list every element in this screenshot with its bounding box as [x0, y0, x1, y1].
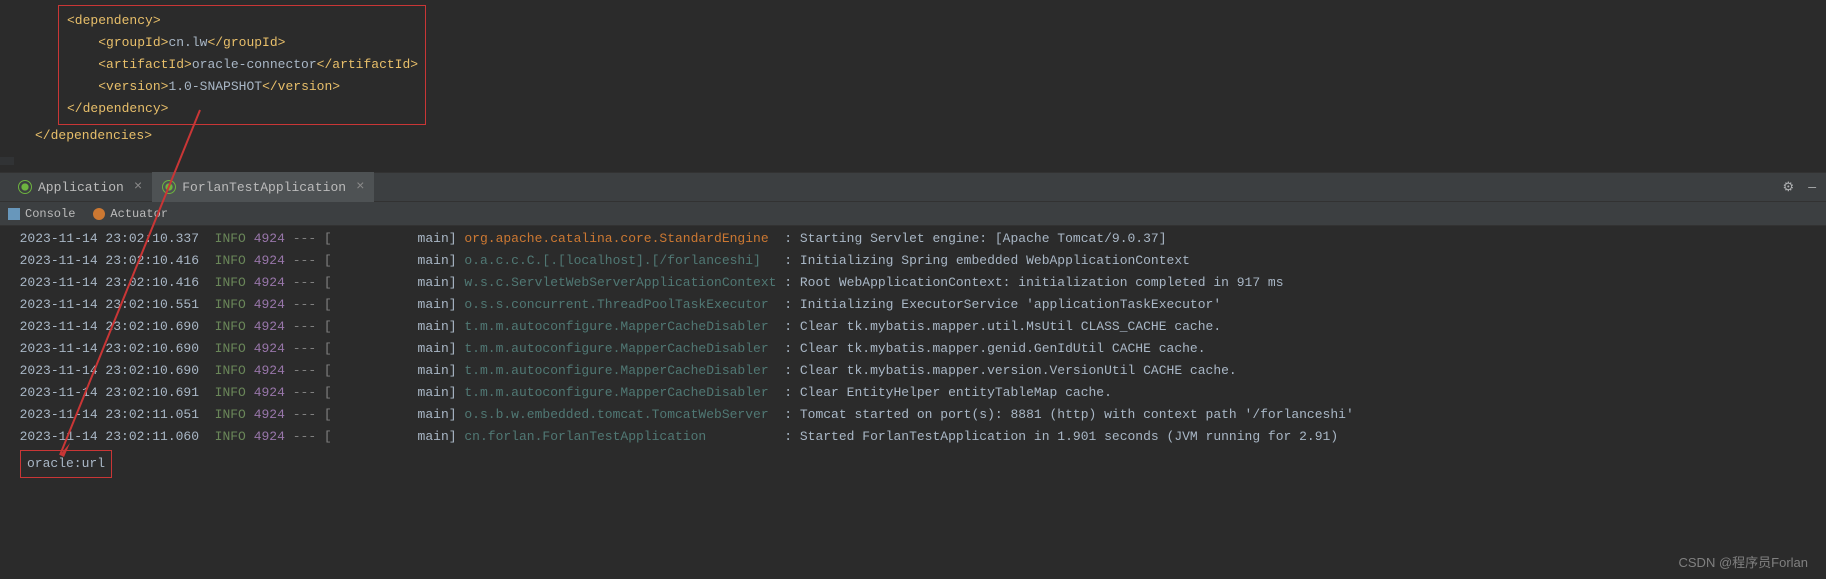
subtab-actuator[interactable]: Actuator [93, 207, 168, 221]
minimize-icon[interactable]: — [1808, 180, 1816, 195]
code-line: </dependency> [67, 98, 417, 120]
console-output[interactable]: 2023-11-14 23:02:10.337 INFO 4924 --- [ … [0, 226, 1826, 480]
log-line: 2023-11-14 23:02:10.337 INFO 4924 --- [ … [4, 228, 1822, 250]
spring-icon [162, 180, 176, 194]
log-line: 2023-11-14 23:02:10.690 INFO 4924 --- [ … [4, 360, 1822, 382]
highlighted-output: oracle:url [20, 450, 112, 478]
gear-icon[interactable]: ⚙ [1783, 180, 1795, 195]
tab-label: ForlanTestApplication [182, 180, 346, 195]
tab-application[interactable]: Application × [8, 172, 152, 202]
log-line: 2023-11-14 23:02:10.551 INFO 4924 --- [ … [4, 294, 1822, 316]
subtab-console[interactable]: Console [8, 207, 75, 221]
tab-actions: ⚙ — [1783, 180, 1816, 195]
actuator-icon [93, 208, 105, 220]
run-tabs-bar: Application × ForlanTestApplication × ⚙ … [0, 172, 1826, 202]
code-line: <groupId>cn.lw</groupId> [67, 32, 417, 54]
watermark: CSDN @程序员Forlan [1679, 552, 1809, 571]
subtab-label: Console [25, 207, 75, 221]
log-line: 2023-11-14 23:02:11.060 INFO 4924 --- [ … [4, 426, 1822, 448]
close-icon[interactable]: × [356, 179, 364, 195]
log-line: 2023-11-14 23:02:10.690 INFO 4924 --- [ … [4, 316, 1822, 338]
log-line: 2023-11-14 23:02:10.416 INFO 4924 --- [ … [4, 272, 1822, 294]
console-subtabs: Console Actuator [0, 202, 1826, 226]
code-line: <artifactId>oracle-connector</artifactId… [67, 54, 417, 76]
tab-forlan-test-application[interactable]: ForlanTestApplication × [152, 172, 374, 202]
code-line: <version>1.0-SNAPSHOT</version> [67, 76, 417, 98]
terminal-icon [8, 208, 20, 220]
close-icon[interactable]: × [134, 179, 142, 195]
highlighted-dependency-block: <dependency> <groupId>cn.lw</groupId> <a… [58, 5, 426, 125]
code-line: <dependency> [67, 10, 417, 32]
output-text: oracle:url [27, 456, 105, 471]
log-line: 2023-11-14 23:02:10.691 INFO 4924 --- [ … [4, 382, 1822, 404]
spring-icon [18, 180, 32, 194]
subtab-label: Actuator [110, 207, 168, 221]
log-line: 2023-11-14 23:02:11.051 INFO 4924 --- [ … [4, 404, 1822, 426]
log-line: 2023-11-14 23:02:10.416 INFO 4924 --- [ … [4, 250, 1822, 272]
tab-label: Application [38, 180, 124, 195]
code-editor[interactable]: <dependency> <groupId>cn.lw</groupId> <a… [0, 5, 1826, 157]
log-line: 2023-11-14 23:02:10.690 INFO 4924 --- [ … [4, 338, 1822, 360]
code-line: </dependencies> [35, 125, 1826, 147]
